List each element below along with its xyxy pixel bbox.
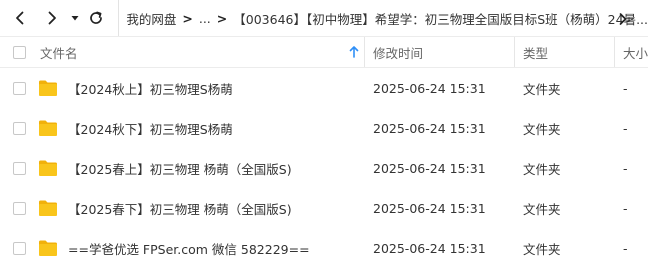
folder-icon [38, 119, 58, 137]
table-row[interactable]: 【2025春上】初三物理 杨萌（全国版S) 2025-06-24 15:31 文件夹… [0, 148, 648, 188]
row-checkbox[interactable] [13, 122, 26, 135]
breadcrumb-item-root[interactable]: 我的网盘 [126, 9, 176, 28]
file-type: 文件夹 [523, 241, 561, 257]
modified-time-cell: 2025-06-24 15:31 [373, 68, 486, 108]
folder-icon [38, 239, 58, 257]
modified-time-cell: 2025-06-24 15:31 [373, 188, 486, 228]
select-all-checkbox[interactable] [13, 46, 26, 59]
file-type-cell: 文件夹 [523, 188, 561, 228]
file-type-cell: 文件夹 [523, 148, 561, 188]
header-type[interactable]: 类型 [523, 37, 613, 67]
breadcrumb-separator-icon: > [182, 10, 193, 26]
file-size: - [623, 240, 628, 256]
file-name[interactable]: ==学爸优选 FPSer.com 微信 582229== [68, 239, 310, 258]
file-type: 文件夹 [523, 81, 561, 97]
folder-icon [38, 159, 58, 177]
file-type: 文件夹 [523, 121, 561, 137]
header-size[interactable]: 大小 [623, 37, 648, 67]
header-name[interactable]: 文件名 [40, 37, 360, 67]
header-name-label: 文件名 [40, 45, 78, 61]
file-name-cell[interactable]: 【2024秋下】初三物理S杨萌 [68, 108, 233, 148]
back-icon[interactable] [12, 10, 28, 26]
file-name-cell[interactable]: 【2024秋上】初三物理S杨萌 [68, 68, 233, 108]
row-checkbox[interactable] [13, 162, 26, 175]
file-name[interactable]: 【2024秋上】初三物理S杨萌 [68, 79, 233, 98]
header-modified[interactable]: 修改时间 [373, 37, 513, 67]
modified-time-cell: 2025-06-24 15:31 [373, 148, 486, 188]
file-size-cell: - [623, 108, 628, 148]
folder-icon [38, 199, 58, 217]
column-divider[interactable] [514, 37, 515, 67]
file-type-cell: 文件夹 [523, 108, 561, 148]
file-name[interactable]: 【2025春上】初三物理 杨萌（全国版S) [68, 159, 292, 178]
breadcrumb: 我的网盘 > ... > 【003646】【初中物理】希望学：初三物理全国版目标… [118, 0, 648, 36]
arrow-up-icon[interactable] [349, 46, 359, 58]
header-size-label: 大小 [623, 45, 648, 61]
file-size: - [623, 160, 628, 176]
file-size: - [623, 80, 628, 96]
file-size-cell: - [623, 68, 628, 108]
file-name[interactable]: 【2024秋下】初三物理S杨萌 [68, 119, 233, 138]
column-divider[interactable] [364, 37, 365, 67]
file-name-cell[interactable]: ==学爸优选 FPSer.com 微信 582229== [68, 228, 310, 268]
file-size-cell: - [623, 148, 628, 188]
file-type: 文件夹 [523, 161, 561, 177]
file-size-cell: - [623, 188, 628, 228]
modified-time: 2025-06-24 15:31 [373, 200, 486, 216]
breadcrumb-item-ellipsis[interactable]: ... [199, 11, 211, 26]
table-header: 文件名 修改时间 类型 大小 [0, 36, 648, 68]
modified-time: 2025-06-24 15:31 [373, 240, 486, 256]
file-type-cell: 文件夹 [523, 68, 561, 108]
table-row[interactable]: 【2025春下】初三物理 杨萌（全国版S) 2025-06-24 15:31 文件夹… [0, 188, 648, 228]
toolbar: 我的网盘 > ... > 【003646】【初中物理】希望学：初三物理全国版目标… [0, 0, 648, 36]
column-divider[interactable] [614, 37, 615, 67]
file-name[interactable]: 【2025春下】初三物理 杨萌（全国版S) [68, 199, 292, 218]
breadcrumb-item-current[interactable]: 【003646】【初中物理】希望学：初三物理全国版目标S班（杨萌）24暑... [233, 9, 648, 28]
table-row[interactable]: ==学爸优选 FPSer.com 微信 582229== 2025-06-24 1… [0, 228, 648, 268]
file-name-cell[interactable]: 【2025春上】初三物理 杨萌（全国版S) [68, 148, 292, 188]
modified-time: 2025-06-24 15:31 [373, 120, 486, 136]
file-type-cell: 文件夹 [523, 228, 561, 268]
file-type: 文件夹 [523, 201, 561, 217]
modified-time-cell: 2025-06-24 15:31 [373, 228, 486, 268]
row-checkbox[interactable] [13, 202, 26, 215]
header-modified-label: 修改时间 [373, 45, 424, 61]
breadcrumb-separator-icon: > [216, 10, 228, 26]
file-name-cell[interactable]: 【2025春下】初三物理 杨萌（全国版S) [68, 188, 292, 228]
modified-time: 2025-06-24 15:31 [373, 80, 486, 96]
row-checkbox[interactable] [13, 82, 26, 95]
modified-time: 2025-06-24 15:31 [373, 160, 486, 176]
forward-icon[interactable] [44, 10, 60, 26]
file-size: - [623, 200, 628, 216]
table-row[interactable]: 【2024秋下】初三物理S杨萌 2025-06-24 15:31 文件夹 - [0, 108, 648, 148]
dropdown-icon[interactable] [70, 13, 80, 23]
folder-icon [38, 79, 58, 97]
modified-time-cell: 2025-06-24 15:31 [373, 108, 486, 148]
file-size-cell: - [623, 228, 628, 268]
refresh-icon[interactable] [88, 10, 104, 26]
row-checkbox[interactable] [13, 242, 26, 255]
chevron-right-icon[interactable] [616, 11, 630, 25]
header-type-label: 类型 [523, 45, 549, 61]
file-size: - [623, 120, 628, 136]
table-row[interactable]: 【2024秋上】初三物理S杨萌 2025-06-24 15:31 文件夹 - [0, 68, 648, 108]
